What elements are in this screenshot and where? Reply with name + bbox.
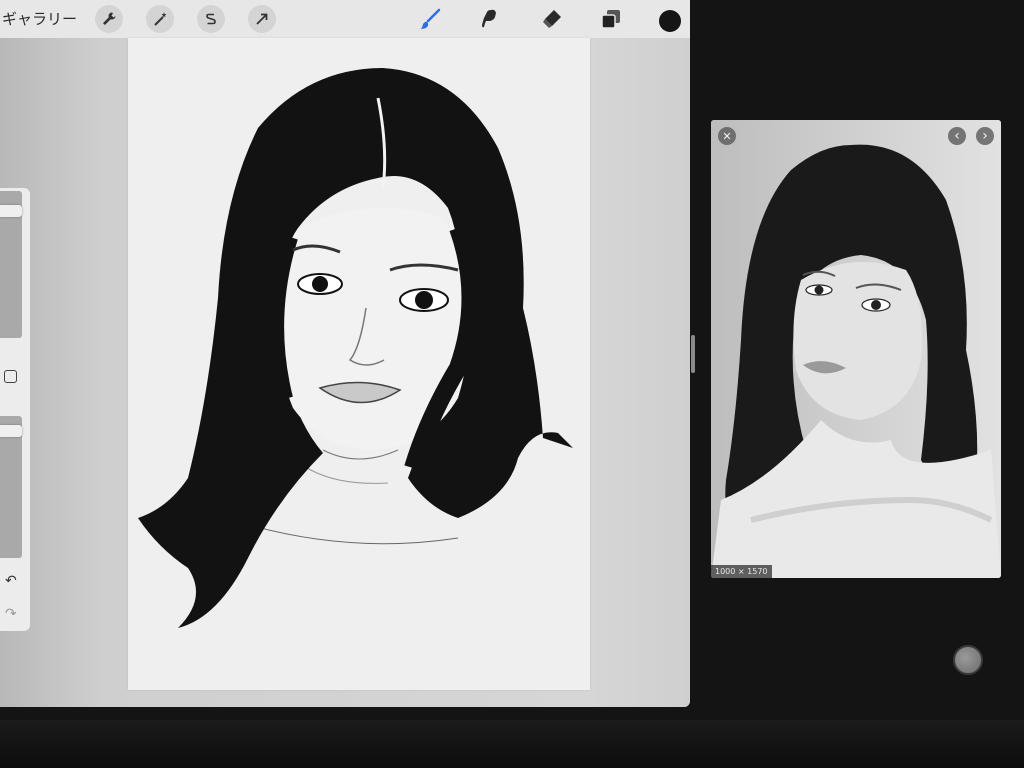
close-icon: ✕	[722, 129, 732, 143]
top-toolbar: ギャラリー	[0, 0, 690, 38]
drawing-canvas[interactable]	[128, 38, 590, 690]
brush-size-thumb[interactable]	[0, 204, 22, 217]
redo-icon[interactable]: ↷	[5, 606, 17, 622]
split-view-divider[interactable]	[691, 335, 695, 373]
brush-tool[interactable]	[418, 7, 442, 31]
next-image-button[interactable]: ›	[976, 127, 994, 145]
chevron-left-icon: ‹	[954, 128, 960, 144]
adjustments-button[interactable]	[146, 5, 174, 33]
procreate-app: ギャラリー ↶ ↷	[0, 0, 690, 707]
layers-button[interactable]	[599, 7, 623, 31]
opacity-thumb[interactable]	[0, 425, 22, 438]
image-size-label: 1000 × 1570	[711, 565, 772, 578]
reference-photo	[711, 120, 1001, 578]
magic-wand-icon	[154, 12, 167, 26]
assistive-touch-button[interactable]	[953, 645, 983, 675]
gallery-button[interactable]: ギャラリー	[2, 8, 77, 29]
smudge-icon	[482, 9, 496, 28]
portrait-drawing	[138, 68, 573, 628]
color-button[interactable]	[658, 9, 682, 33]
wrench-icon	[103, 12, 116, 25]
smudge-tool[interactable]	[478, 7, 502, 31]
undo-icon[interactable]: ↶	[5, 573, 17, 589]
transform-button[interactable]	[248, 5, 276, 33]
close-reference-button[interactable]: ✕	[718, 127, 736, 145]
actions-button[interactable]	[95, 5, 123, 33]
opacity-slider[interactable]	[0, 416, 22, 558]
selection-s-icon	[206, 13, 216, 25]
brush-icon	[420, 8, 441, 29]
reference-image-panel: ✕ ‹ › 1000 × 1570	[711, 120, 1001, 578]
modify-button[interactable]	[4, 370, 17, 383]
arrow-icon	[256, 13, 268, 25]
eraser-icon	[543, 10, 561, 28]
chevron-right-icon: ›	[982, 128, 988, 144]
color-swatch	[659, 10, 681, 32]
layers-icon	[601, 10, 620, 29]
brush-sidebar: ↶ ↷	[0, 188, 30, 631]
selection-button[interactable]	[197, 5, 225, 33]
device-bezel	[0, 720, 1024, 768]
previous-image-button[interactable]: ‹	[948, 127, 966, 145]
eraser-tool[interactable]	[540, 7, 564, 31]
